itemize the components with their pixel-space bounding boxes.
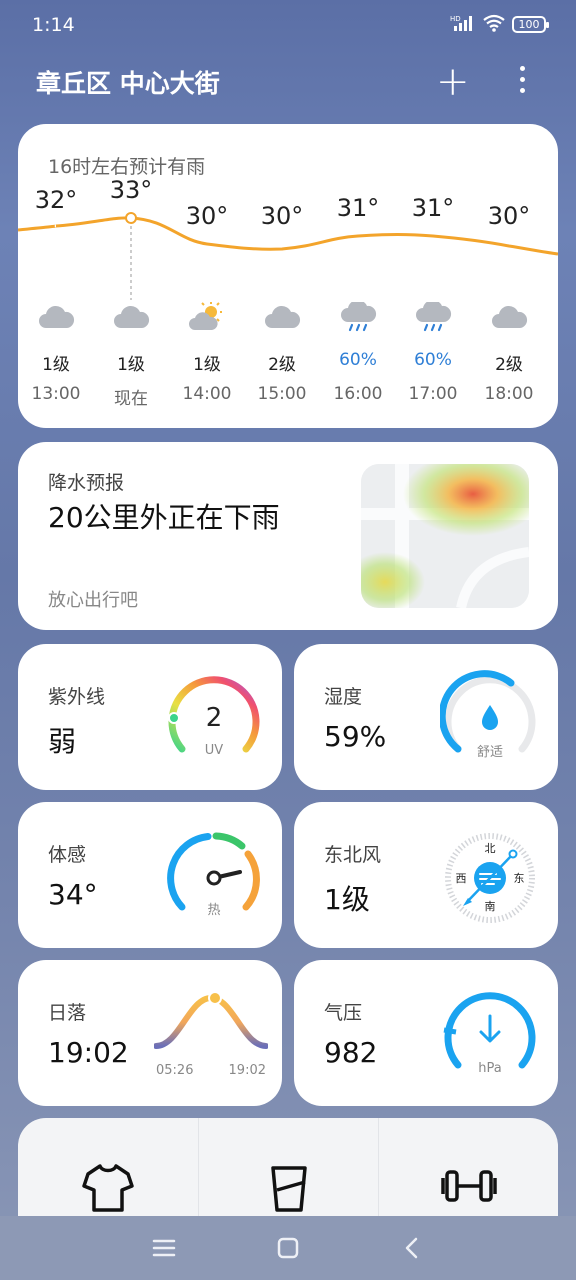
humidity-gauge: 舒适 bbox=[440, 670, 536, 760]
sunset-card[interactable]: 日落 19:02 05:26 19:02 bbox=[18, 960, 282, 1106]
hourly-wind-level: 2级 bbox=[495, 355, 523, 375]
home-icon[interactable] bbox=[274, 1234, 302, 1262]
precipitation-card[interactable]: 降水预报 20公里外正在下雨 放心出行吧 bbox=[18, 442, 558, 630]
sun-path-chart: 05:26 19:02 bbox=[154, 991, 268, 1078]
cloudy-icon bbox=[36, 302, 76, 332]
sunset-time: 19:02 bbox=[229, 1063, 266, 1078]
clothing-icon bbox=[82, 1164, 134, 1212]
hourly-temp: 30° bbox=[487, 202, 531, 230]
svg-text:西: 西 bbox=[456, 872, 467, 885]
partly-sunny-icon bbox=[187, 302, 227, 332]
feels-like-title: 体感 bbox=[48, 844, 87, 866]
signal-icon: HD bbox=[450, 14, 476, 35]
feels-like-gauge: 热 bbox=[167, 832, 260, 918]
hourly-time: 17:00 bbox=[408, 384, 458, 404]
back-icon[interactable] bbox=[398, 1234, 426, 1262]
precipitation-map[interactable] bbox=[361, 464, 529, 608]
hourly-time: 18:00 bbox=[484, 384, 534, 404]
pressure-card[interactable]: 气压 982 hPa bbox=[294, 960, 558, 1106]
hourly-time: 16:00 bbox=[333, 384, 383, 404]
add-city-button[interactable]: + bbox=[436, 62, 470, 102]
sunrise-time: 05:26 bbox=[156, 1063, 193, 1078]
wind-value: 1级 bbox=[324, 883, 370, 916]
hourly-temp: 32° bbox=[34, 186, 78, 214]
uv-unit: UV bbox=[205, 743, 224, 758]
precipitation-sub: 放心出行吧 bbox=[48, 590, 138, 611]
fitness-icon bbox=[441, 1170, 497, 1202]
pressure-gauge: hPa bbox=[443, 992, 536, 1076]
hourly-rain-chance: 60% bbox=[414, 350, 452, 370]
uv-value: 弱 bbox=[48, 725, 77, 758]
uv-gauge-value: 2 bbox=[206, 703, 223, 733]
hourly-rain-chance: 60% bbox=[339, 350, 377, 370]
cloudy-icon bbox=[489, 302, 529, 332]
pressure-value: 982 bbox=[324, 1036, 378, 1069]
wind-title: 东北风 bbox=[324, 844, 382, 866]
wind-card[interactable]: 东北风 1级 北 南 东 西 bbox=[294, 802, 558, 948]
sun-icon bbox=[208, 991, 222, 1005]
rain-icon bbox=[413, 299, 453, 332]
hourly-wind-level: 1级 bbox=[193, 355, 221, 375]
sunset-title: 日落 bbox=[48, 1002, 87, 1024]
hourly-forecast-card[interactable]: 16时左右预计有雨 32° 1级 13:00 33° 1级 现在 30° 1级 14:00 30°… bbox=[18, 124, 558, 428]
humidity-value: 59% bbox=[324, 720, 387, 753]
svg-text:南: 南 bbox=[485, 900, 496, 913]
more-menu-button[interactable] bbox=[514, 66, 530, 98]
status-bar: 1:14 HD 100 bbox=[0, 0, 576, 54]
hourly-temp: 30° bbox=[185, 202, 229, 230]
water-drop-icon bbox=[482, 705, 498, 730]
pressure-title: 气压 bbox=[324, 1002, 363, 1024]
uv-gauge: 2 UV bbox=[168, 676, 260, 758]
location-title[interactable]: 章丘区 中心大街 bbox=[36, 64, 220, 100]
arrow-down-icon bbox=[479, 1014, 501, 1043]
cloudy-icon bbox=[111, 302, 151, 332]
humidity-card[interactable]: 湿度 59% 舒适 bbox=[294, 644, 558, 790]
feels-like-label: 热 bbox=[207, 903, 220, 918]
hourly-temp: 30° bbox=[260, 202, 304, 230]
uv-title: 紫外线 bbox=[48, 686, 106, 708]
svg-text:HD: HD bbox=[450, 15, 461, 23]
cloudy-icon bbox=[262, 302, 302, 332]
svg-text:东: 东 bbox=[514, 872, 525, 885]
wind-compass: 北 南 东 西 bbox=[445, 833, 535, 923]
menu-icon[interactable] bbox=[150, 1234, 178, 1262]
status-time: 1:14 bbox=[32, 14, 75, 36]
precipitation-main: 20公里外正在下雨 bbox=[48, 501, 280, 534]
rain-icon bbox=[338, 299, 378, 332]
drink-icon bbox=[271, 1166, 307, 1212]
pressure-unit: hPa bbox=[478, 1061, 501, 1076]
precipitation-title: 降水预报 bbox=[48, 472, 125, 494]
humidity-title: 湿度 bbox=[324, 686, 363, 708]
hourly-temp: 31° bbox=[411, 194, 455, 222]
humidity-comfort: 舒适 bbox=[477, 745, 503, 760]
wifi-icon bbox=[482, 14, 506, 35]
uv-card[interactable]: 紫外线 弱 2 UV bbox=[18, 644, 282, 790]
hourly-time: 15:00 bbox=[257, 384, 307, 404]
svg-text:北: 北 bbox=[485, 842, 496, 855]
hourly-wind-level: 2级 bbox=[268, 355, 296, 375]
navigation-bar bbox=[0, 1216, 576, 1280]
hourly-time: 13:00 bbox=[31, 384, 81, 404]
hourly-temp: 33° bbox=[109, 176, 153, 204]
hourly-temp: 31° bbox=[336, 194, 380, 222]
feels-like-value: 34° bbox=[48, 878, 98, 911]
sunset-value: 19:02 bbox=[48, 1036, 129, 1069]
battery-icon: 100 bbox=[512, 16, 549, 33]
feels-like-card[interactable]: 体感 34° 热 bbox=[18, 802, 282, 948]
hourly-wind-level: 1级 bbox=[42, 355, 70, 375]
hourly-wind-level: 1级 bbox=[117, 355, 145, 375]
temperature-curve bbox=[18, 212, 558, 300]
hourly-time: 现在 bbox=[114, 389, 148, 409]
hourly-time: 14:00 bbox=[182, 384, 232, 404]
